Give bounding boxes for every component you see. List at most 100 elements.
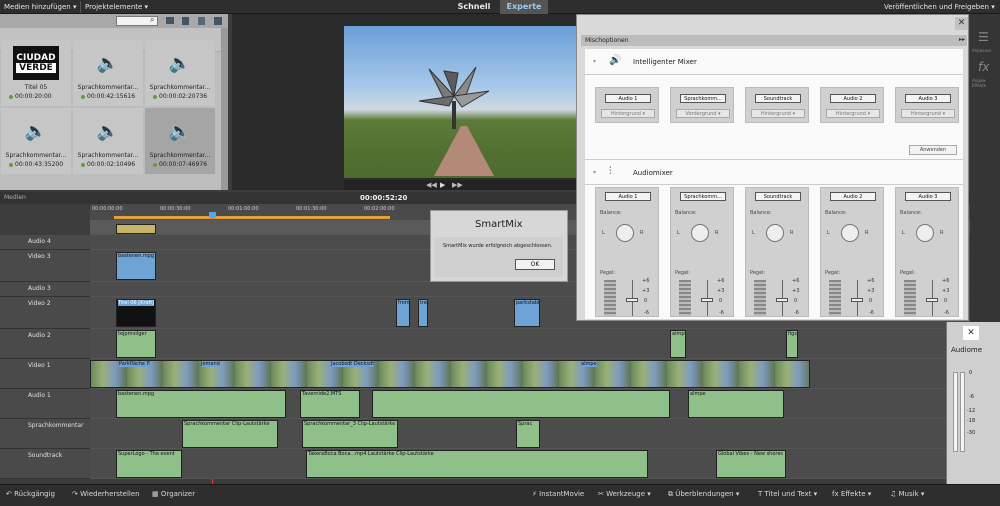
narration-clip[interactable]: Sprachkommentar_3 Clip-Lautstärke xyxy=(302,420,398,448)
apply-button[interactable]: Anwenden xyxy=(909,145,957,155)
delete-icon[interactable] xyxy=(182,17,189,25)
channel-button[interactable]: Soundtrack xyxy=(755,192,801,201)
titles-button[interactable]: T Titel und Text ▾ xyxy=(758,490,817,498)
music-clip[interactable]: Global Vibes - New shores xyxy=(716,450,786,478)
track-header-audio2[interactable]: Audio 2 xyxy=(0,329,90,359)
rewind-icon[interactable]: ◀◀ xyxy=(426,181,437,189)
balance-knob[interactable] xyxy=(691,224,709,242)
smart-mixer-section[interactable]: ▾ 🔊 Intelligenter Mixer xyxy=(585,49,963,75)
channel-button[interactable]: Sprachkomm... xyxy=(680,192,726,201)
audio-clip[interactable]: Tavernide2.MTS xyxy=(300,390,360,418)
narration-clip[interactable]: Sprachkommentar Clip-Lautstärke xyxy=(182,420,278,448)
volume-slider-handle[interactable] xyxy=(776,298,788,302)
project-assets-button[interactable]: Projektelemente ▾ xyxy=(80,1,152,13)
audio-clip[interactable] xyxy=(372,390,670,418)
media-item-title[interactable]: CIUDAD VERDE Titel 05 00:00:20:00 xyxy=(1,40,71,106)
channel-button[interactable]: Audio 2 xyxy=(830,192,876,201)
channel-button[interactable]: Audio 1 xyxy=(605,192,651,201)
video-clip[interactable]: parkstabil xyxy=(514,299,540,327)
balance-knob[interactable] xyxy=(616,224,634,242)
video-clip[interactable]: from xyxy=(396,299,410,327)
section-chevron-icon[interactable]: ▾ xyxy=(593,58,596,65)
title-clip[interactable] xyxy=(116,224,156,234)
track-header-video3[interactable]: Video 3 xyxy=(0,250,90,282)
track-header-narration[interactable]: Sprachkommentar xyxy=(0,419,90,449)
undo-button[interactable]: ↶ Rückgängig xyxy=(6,490,55,498)
publish-button[interactable]: Veröffentlichen und Freigeben ▾ xyxy=(880,1,999,13)
channel-button[interactable]: Audio 3 xyxy=(905,192,951,201)
transitions-button[interactable]: ⧉ Überblendungen ▾ xyxy=(668,490,739,499)
video-clip[interactable]: bastenen.mpg xyxy=(116,252,156,280)
playhead-handle[interactable] xyxy=(209,212,216,218)
music-clip[interactable]: SuperLogo - The event xyxy=(116,450,182,478)
effects-button[interactable]: fx Effekte ▾ xyxy=(832,490,871,498)
close-icon[interactable]: ✕ xyxy=(963,326,979,340)
channel-mode-select[interactable]: Hintergrund ▾ xyxy=(826,109,880,118)
level-label: Pegel: xyxy=(600,270,616,276)
tab-quick[interactable]: Schnell xyxy=(450,0,498,14)
music-button[interactable]: ♫ Musik ▾ xyxy=(890,490,924,498)
channel-mode-select[interactable]: Hintergrund ▾ xyxy=(751,109,805,118)
channel-button[interactable]: Audio 2 xyxy=(830,94,876,103)
redo-button[interactable]: ↷ Wiederherstellen xyxy=(72,490,140,498)
track-header-audio3[interactable]: Audio 3 xyxy=(0,282,90,297)
close-icon[interactable]: ✕ xyxy=(955,17,968,30)
media-item-audio[interactable]: 🔈 Sprachkommentar... 00:00:02:20736 xyxy=(145,40,215,106)
audio-clip[interactable]: figs xyxy=(786,330,798,358)
tools-button[interactable]: ✂ Werkzeuge ▾ xyxy=(598,490,651,498)
balance-knob[interactable] xyxy=(841,224,859,242)
fx-icon[interactable]: fx xyxy=(978,60,989,74)
media-item-name: Sprachkommentar... xyxy=(77,84,139,91)
media-item-audio[interactable]: 🔈 Sprachkommentar... 00:00:43:35200 xyxy=(1,108,71,174)
balance-knob[interactable] xyxy=(766,224,784,242)
section-chevron-icon[interactable]: ▾ xyxy=(593,169,596,176)
adjust-icon[interactable]: ☰ xyxy=(978,30,989,44)
folder-icon[interactable] xyxy=(166,17,174,24)
view-icon[interactable] xyxy=(214,17,222,25)
tab-expert[interactable]: Experte xyxy=(500,0,548,14)
volume-slider-handle[interactable] xyxy=(926,298,938,302)
work-area-bar[interactable] xyxy=(114,216,390,219)
audio-clip[interactable]: almpe xyxy=(688,390,784,418)
track-header-video2[interactable]: Video 2 xyxy=(0,297,90,329)
narration-clip[interactable]: Sprac xyxy=(516,420,540,448)
audio-clip[interactable]: bastenen.mpg xyxy=(116,390,286,418)
channel-mode-select[interactable]: Vordergrund ▾ xyxy=(676,109,730,118)
collapse-icon[interactable]: ▸▸ xyxy=(959,36,965,43)
channel-mode-select[interactable]: Hintergrund ▾ xyxy=(601,109,655,118)
titles-label: Titel und Text xyxy=(764,490,812,498)
channel-button[interactable]: Audio 1 xyxy=(605,94,651,103)
volume-slider-handle[interactable] xyxy=(851,298,863,302)
channel-button[interactable]: Soundtrack xyxy=(755,94,801,103)
channel-button[interactable]: Sprachkomm... xyxy=(680,94,726,103)
tool-icon[interactable] xyxy=(198,17,205,25)
track-header-soundtrack[interactable]: Soundtrack xyxy=(0,449,90,479)
balance-knob[interactable] xyxy=(916,224,934,242)
channel-mode-select[interactable]: Hintergrund ▾ xyxy=(901,109,955,118)
video-clip[interactable]: tre xyxy=(418,299,428,327)
volume-slider-handle[interactable] xyxy=(701,298,713,302)
media-item-audio-selected[interactable]: 🔈 Sprachkommentar... 00:00:07:46976 xyxy=(145,108,215,174)
audio-mixer-section[interactable]: ▾ ⫶ Audiomixer xyxy=(585,159,963,185)
search-icon[interactable]: ⌕ xyxy=(150,15,154,25)
volume-slider-handle[interactable] xyxy=(626,298,638,302)
forward-icon[interactable]: ▶▶ xyxy=(452,181,463,189)
assets-scrollbar[interactable] xyxy=(221,28,228,190)
audio-clip[interactable]: almpe xyxy=(670,330,686,358)
track-header-video1[interactable]: Video 1 xyxy=(0,359,90,389)
video1-clip-strip[interactable]: Parkfläche fl Jemand Jacobsdt Decksdt al… xyxy=(90,360,810,388)
media-item-audio[interactable]: 🔈 Sprachkommentar... 00:00:02:10496 xyxy=(73,108,143,174)
ok-button[interactable]: OK xyxy=(515,259,555,270)
add-media-button[interactable]: Medien hinzufügen ▾ xyxy=(0,1,80,13)
music-clip[interactable]: TakeraBoca Boca...mp4 Lautstärke Clip-La… xyxy=(306,450,648,478)
preview-video-frame[interactable] xyxy=(344,26,576,178)
instantmovie-button[interactable]: ⚡ InstantMovie xyxy=(532,490,584,498)
title-video-clip[interactable]: Titel 06 [Kraft] xyxy=(116,299,156,327)
track-header-audio1[interactable]: Audio 1 xyxy=(0,389,90,419)
play-icon[interactable]: ▶ xyxy=(440,181,445,189)
channel-button[interactable]: Audio 3 xyxy=(905,94,951,103)
track-header-audio4[interactable]: Audio 4 xyxy=(0,235,90,250)
audio-clip[interactable]: tejpmvilger xyxy=(116,330,156,358)
organizer-button[interactable]: ▦ Organizer xyxy=(152,490,195,498)
media-item-audio[interactable]: 🔈 Sprachkommentar... 00:00:42:15616 xyxy=(73,40,143,106)
